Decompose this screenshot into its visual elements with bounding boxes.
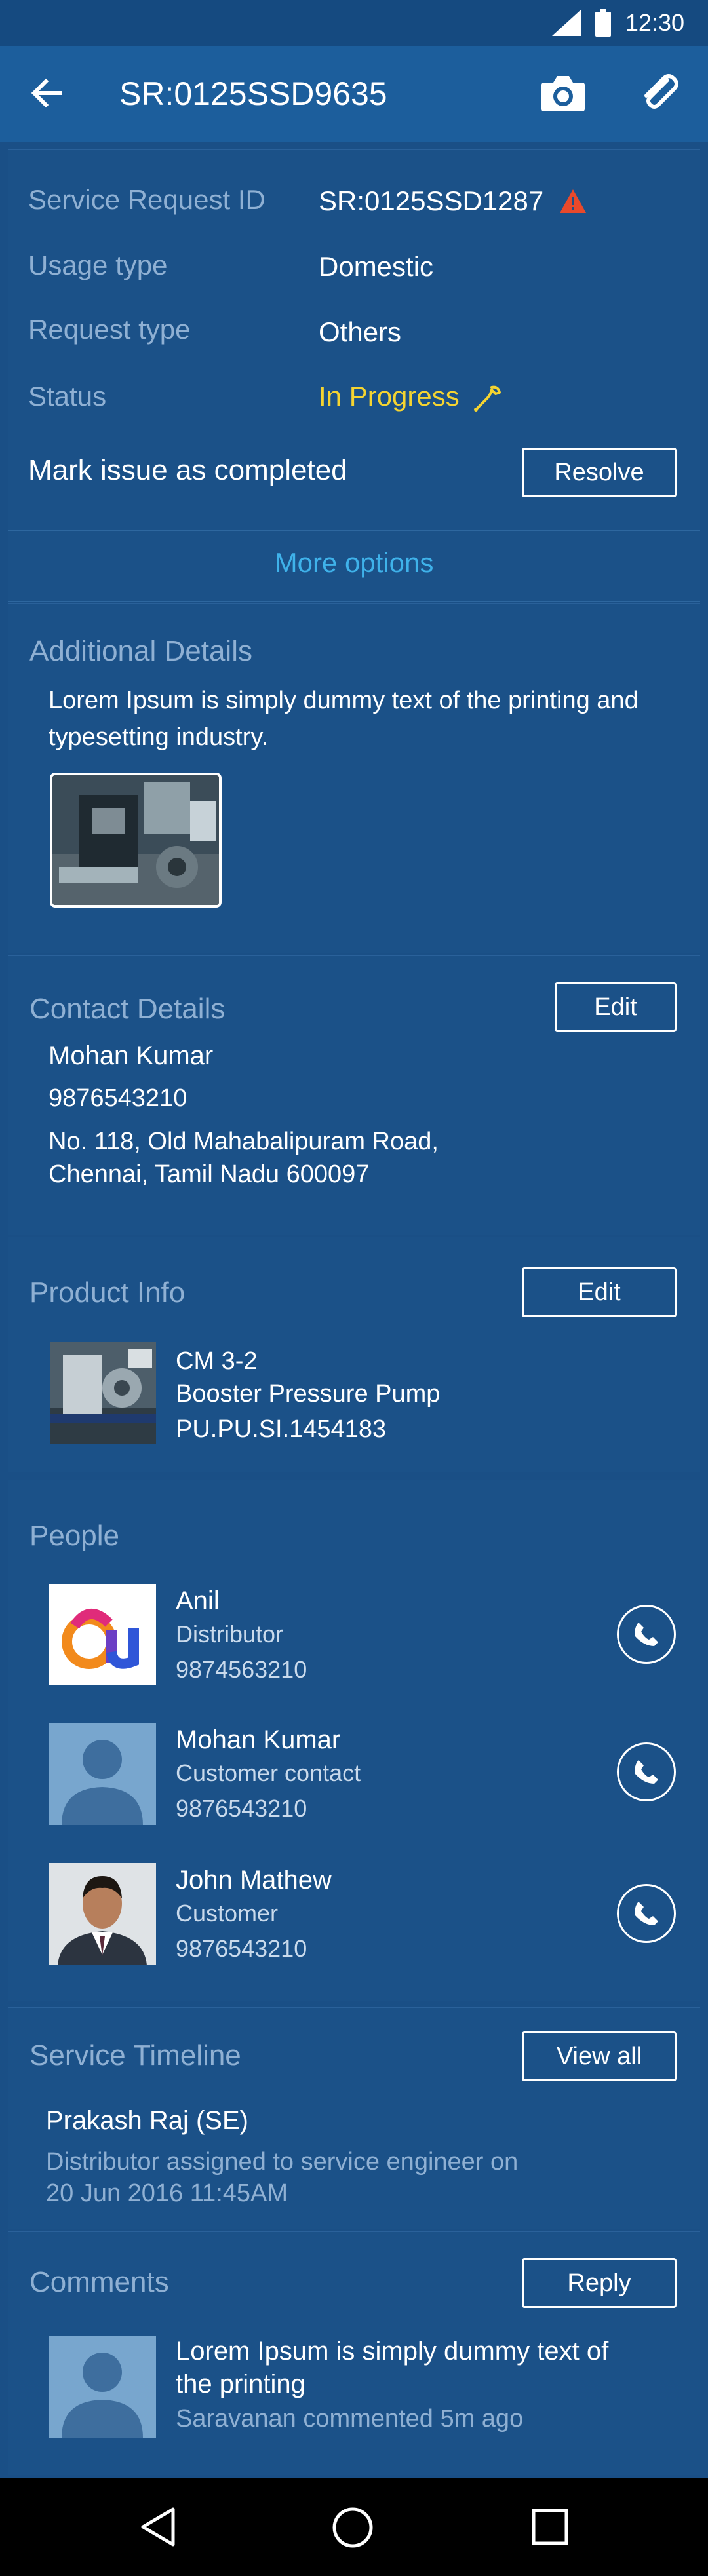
person-role: Customer — [176, 1900, 279, 1927]
comment-text-line1: Lorem Ipsum is simply dummy text of — [176, 2337, 609, 2366]
contact-address-line2: Chennai, Tamil Nadu 600097 — [49, 1161, 370, 1188]
contact-edit-button[interactable]: Edit — [555, 982, 677, 1032]
avatar-placeholder — [49, 1723, 156, 1825]
section-title-additional: Additional Details — [30, 635, 252, 667]
status-bar: 12:30 — [0, 0, 708, 46]
contact-address-line1: No. 118, Old Mahabalipuram Road, — [49, 1128, 439, 1155]
avatar-photo — [49, 1863, 156, 1965]
timeline-event-line2: 20 Jun 2016 11:45AM — [46, 2180, 288, 2207]
avatar-distributor-logo — [49, 1584, 156, 1685]
sr-id-label: Service Request ID — [28, 184, 266, 215]
machinery-photo — [52, 775, 219, 905]
person-phone: 9876543210 — [176, 1935, 307, 1962]
product-serial: PU.PU.SI.1454183 — [176, 1415, 387, 1443]
nav-recents-icon[interactable] — [531, 2508, 569, 2546]
product-edit-button[interactable]: Edit — [522, 1267, 677, 1317]
section-title-comments: Comments — [30, 2266, 169, 2298]
status-label: Status — [28, 381, 107, 412]
request-type-value: Others — [319, 317, 402, 347]
person-phone: 9876543210 — [176, 1795, 307, 1822]
clock: 12:30 — [625, 9, 684, 36]
wrench-icon — [474, 385, 501, 412]
person-name: John Mathew — [176, 1866, 332, 1894]
person-name: Mohan Kumar — [176, 1725, 341, 1754]
status-value: In Progress — [319, 381, 460, 412]
person-role: Distributor — [176, 1621, 284, 1647]
nav-back-icon[interactable] — [140, 2507, 177, 2547]
person-phone: 9874563210 — [176, 1656, 307, 1683]
more-options-link[interactable]: More options — [8, 547, 700, 579]
person-role: Customer contact — [176, 1759, 361, 1786]
summary-card: Service Request ID SR:0125SSD1287 Usage … — [8, 149, 700, 602]
usage-type-label: Usage type — [28, 250, 168, 280]
arrow-left-icon[interactable] — [26, 72, 68, 114]
page-title: SR:0125SSD9635 — [119, 75, 387, 112]
contact-details-card: Contact Details Edit Mohan Kumar 9876543… — [8, 955, 700, 1235]
comments-card: Comments Reply Lorem Ipsum is simply dum… — [8, 2231, 700, 2475]
divider — [8, 601, 700, 602]
additional-details-card: Additional Details Lorem Ipsum is simply… — [8, 603, 700, 953]
contact-phone: 9876543210 — [49, 1085, 187, 1112]
divider — [8, 530, 700, 531]
call-button[interactable] — [617, 1884, 676, 1943]
section-title-people: People — [30, 1520, 120, 1552]
timeline-actor: Prakash Raj (SE) — [46, 2106, 248, 2135]
view-all-button[interactable]: View all — [522, 2031, 677, 2081]
request-type-label: Request type — [28, 314, 191, 345]
reply-button[interactable]: Reply — [522, 2258, 677, 2308]
comment-meta: Saravanan commented 5m ago — [176, 2405, 524, 2432]
product-info-card: Product Info Edit CM 3-2 Booster Pressur… — [8, 1237, 700, 1472]
people-card: People Anil Distributor 9874563210 Mohan… — [8, 1480, 700, 2001]
battery-icon — [595, 9, 611, 37]
system-nav-bar — [0, 2478, 708, 2576]
phone-icon — [635, 1623, 658, 1646]
phone-icon — [635, 1902, 658, 1925]
paperclip-icon[interactable] — [637, 71, 680, 114]
section-title-product: Product Info — [30, 1277, 186, 1309]
service-timeline-card: Service Timeline View all Prakash Raj (S… — [8, 2007, 700, 2229]
signal-icon — [551, 10, 581, 36]
mark-complete-label: Mark issue as completed — [28, 454, 347, 486]
section-title-timeline: Service Timeline — [30, 2039, 241, 2071]
camera-icon[interactable] — [540, 72, 586, 114]
timeline-event-line1: Distributor assigned to service engineer… — [46, 2148, 519, 2176]
product-model: CM 3-2 — [176, 1347, 258, 1375]
commenter-avatar — [49, 2336, 156, 2438]
sr-id-value: SR:0125SSD1287 — [319, 185, 544, 216]
person-name: Anil — [176, 1586, 220, 1615]
call-button[interactable] — [617, 1742, 676, 1801]
contact-name: Mohan Kumar — [49, 1041, 214, 1070]
nav-home-icon[interactable] — [332, 2507, 374, 2548]
warning-icon — [560, 189, 586, 213]
resolve-button[interactable]: Resolve — [522, 448, 677, 497]
comment-text-line2: the printing — [176, 2370, 305, 2398]
section-title-contact: Contact Details — [30, 993, 226, 1025]
attachment-thumbnail[interactable] — [50, 773, 222, 908]
call-button[interactable] — [617, 1605, 676, 1664]
usage-type-value: Domestic — [319, 251, 434, 282]
product-name: Booster Pressure Pump — [176, 1380, 441, 1408]
app-bar: SR:0125SSD9635 — [0, 46, 708, 142]
phone-icon — [635, 1760, 658, 1784]
additional-text: Lorem Ipsum is simply dummy text of the … — [49, 687, 639, 751]
product-image — [50, 1342, 156, 1444]
